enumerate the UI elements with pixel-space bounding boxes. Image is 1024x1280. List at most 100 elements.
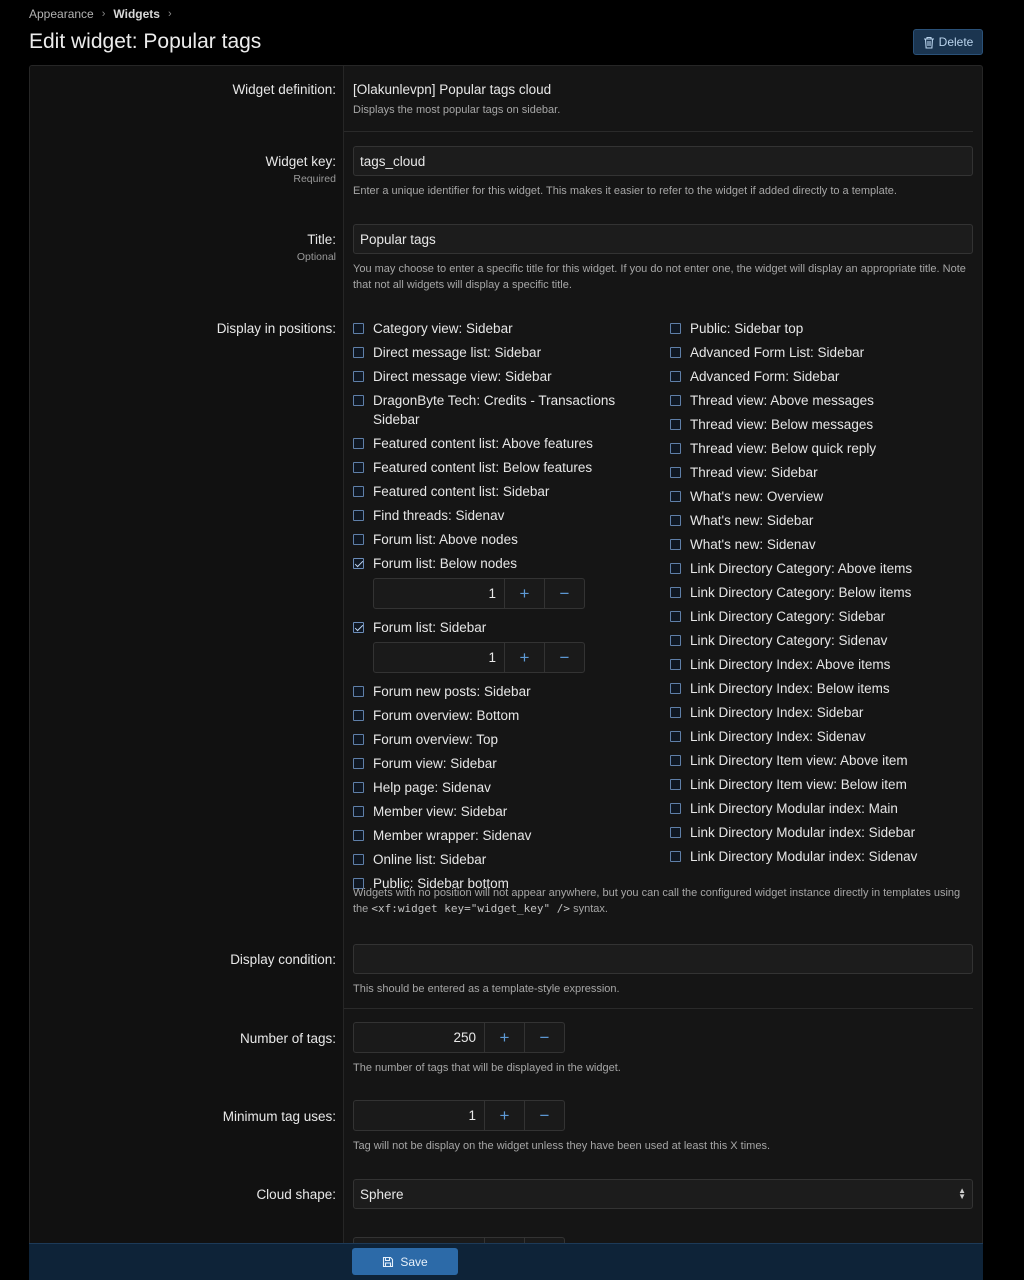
position-thread-view-sidebar[interactable]: Thread view: Sidebar [670,463,970,482]
checkbox-icon[interactable] [670,779,681,790]
checkbox-icon[interactable] [353,323,364,334]
position-what-s-new-sidenav[interactable]: What's new: Sidenav [670,535,970,554]
checkbox-icon[interactable] [353,510,364,521]
position-forum-view-sidebar[interactable]: Forum view: Sidebar [353,754,653,773]
checkbox-icon[interactable] [353,782,364,793]
position-direct-message-list-sidebar[interactable]: Direct message list: Sidebar [353,343,653,362]
breadcrumb-item-appearance[interactable]: Appearance [29,7,94,21]
position-featured-content-list-below-features[interactable]: Featured content list: Below features [353,458,653,477]
position-advanced-form-list-sidebar[interactable]: Advanced Form List: Sidebar [670,343,970,362]
position-link-directory-category-below-items[interactable]: Link Directory Category: Below items [670,583,970,602]
checkbox-icon[interactable] [353,758,364,769]
checkbox-checked-icon[interactable] [353,558,364,569]
checkbox-icon[interactable] [670,563,681,574]
checkbox-icon[interactable] [670,419,681,430]
checkbox-checked-icon[interactable] [353,622,364,633]
display-condition-input[interactable] [353,944,973,974]
checkbox-icon[interactable] [670,707,681,718]
position-dragonbyte-tech-credits-transactions-sidebar[interactable]: DragonByte Tech: Credits - Transactions … [353,391,653,429]
checkbox-icon[interactable] [670,827,681,838]
position-featured-content-list-above-features[interactable]: Featured content list: Above features [353,434,653,453]
position-forum-new-posts-sidebar[interactable]: Forum new posts: Sidebar [353,682,653,701]
display-order-value[interactable]: 1 [374,579,504,608]
position-member-wrapper-sidenav[interactable]: Member wrapper: Sidenav [353,826,653,845]
title-input[interactable]: Popular tags [353,224,973,254]
cloud-shape-select[interactable]: Sphere ▲ ▼ [353,1179,973,1209]
position-link-directory-item-view-above-item[interactable]: Link Directory Item view: Above item [670,751,970,770]
position-link-directory-modular-index-sidebar[interactable]: Link Directory Modular index: Sidebar [670,823,970,842]
position-forum-overview-top[interactable]: Forum overview: Top [353,730,653,749]
checkbox-icon[interactable] [353,395,364,406]
checkbox-icon[interactable] [353,710,364,721]
checkbox-icon[interactable] [353,686,364,697]
checkbox-icon[interactable] [670,683,681,694]
position-what-s-new-overview[interactable]: What's new: Overview [670,487,970,506]
breadcrumb-item-widgets[interactable]: Widgets [113,7,160,21]
checkbox-icon[interactable] [670,515,681,526]
position-member-view-sidebar[interactable]: Member view: Sidebar [353,802,653,821]
position-link-directory-item-view-below-item[interactable]: Link Directory Item view: Below item [670,775,970,794]
increment-button[interactable]: + [504,579,544,608]
checkbox-icon[interactable] [670,371,681,382]
checkbox-icon[interactable] [670,587,681,598]
checkbox-icon[interactable] [353,347,364,358]
position-link-directory-modular-index-sidenav[interactable]: Link Directory Modular index: Sidenav [670,847,970,866]
display-order-value[interactable]: 1 [374,643,504,672]
checkbox-icon[interactable] [353,534,364,545]
checkbox-icon[interactable] [353,462,364,473]
checkbox-icon[interactable] [353,734,364,745]
checkbox-icon[interactable] [670,611,681,622]
position-link-directory-category-sidenav[interactable]: Link Directory Category: Sidenav [670,631,970,650]
checkbox-icon[interactable] [670,347,681,358]
position-forum-list-above-nodes[interactable]: Forum list: Above nodes [353,530,653,549]
position-forum-list-below-nodes[interactable]: Forum list: Below nodes [353,554,653,573]
checkbox-icon[interactable] [670,491,681,502]
checkbox-icon[interactable] [353,854,364,865]
increment-button[interactable]: + [484,1101,524,1130]
position-link-directory-category-above-items[interactable]: Link Directory Category: Above items [670,559,970,578]
position-what-s-new-sidebar[interactable]: What's new: Sidebar [670,511,970,530]
checkbox-icon[interactable] [670,395,681,406]
position-link-directory-index-above-items[interactable]: Link Directory Index: Above items [670,655,970,674]
checkbox-icon[interactable] [670,803,681,814]
position-public-sidebar-top[interactable]: Public: Sidebar top [670,319,970,338]
checkbox-icon[interactable] [670,659,681,670]
display-order-stepper[interactable]: 1 + − [373,642,585,673]
position-help-page-sidenav[interactable]: Help page: Sidenav [353,778,653,797]
checkbox-icon[interactable] [670,443,681,454]
minimum-tag-uses-value[interactable]: 1 [354,1101,484,1130]
checkbox-icon[interactable] [353,371,364,382]
position-link-directory-modular-index-main[interactable]: Link Directory Modular index: Main [670,799,970,818]
checkbox-icon[interactable] [670,467,681,478]
checkbox-icon[interactable] [670,635,681,646]
checkbox-icon[interactable] [353,486,364,497]
position-find-threads-sidenav[interactable]: Find threads: Sidenav [353,506,653,525]
widget-key-input[interactable]: tags_cloud [353,146,973,176]
position-thread-view-below-messages[interactable]: Thread view: Below messages [670,415,970,434]
display-order-stepper[interactable]: 1 + − [373,578,585,609]
checkbox-icon[interactable] [670,323,681,334]
number-of-tags-stepper[interactable]: 250 + − [353,1022,565,1053]
checkbox-icon[interactable] [670,539,681,550]
position-link-directory-index-sidenav[interactable]: Link Directory Index: Sidenav [670,727,970,746]
number-of-tags-value[interactable]: 250 [354,1023,484,1052]
position-featured-content-list-sidebar[interactable]: Featured content list: Sidebar [353,482,653,501]
delete-button[interactable]: Delete [913,29,983,55]
checkbox-icon[interactable] [353,806,364,817]
save-button[interactable]: Save [352,1248,458,1275]
increment-button[interactable]: + [484,1023,524,1052]
checkbox-icon[interactable] [670,731,681,742]
checkbox-icon[interactable] [670,755,681,766]
position-direct-message-view-sidebar[interactable]: Direct message view: Sidebar [353,367,653,386]
position-link-directory-index-sidebar[interactable]: Link Directory Index: Sidebar [670,703,970,722]
decrement-button[interactable]: − [544,643,584,672]
decrement-button[interactable]: − [544,579,584,608]
position-link-directory-category-sidebar[interactable]: Link Directory Category: Sidebar [670,607,970,626]
position-forum-list-sidebar[interactable]: Forum list: Sidebar [353,618,653,637]
position-forum-overview-bottom[interactable]: Forum overview: Bottom [353,706,653,725]
position-link-directory-index-below-items[interactable]: Link Directory Index: Below items [670,679,970,698]
decrement-button[interactable]: − [524,1101,564,1130]
minimum-tag-uses-stepper[interactable]: 1 + − [353,1100,565,1131]
checkbox-icon[interactable] [670,851,681,862]
position-online-list-sidebar[interactable]: Online list: Sidebar [353,850,653,869]
